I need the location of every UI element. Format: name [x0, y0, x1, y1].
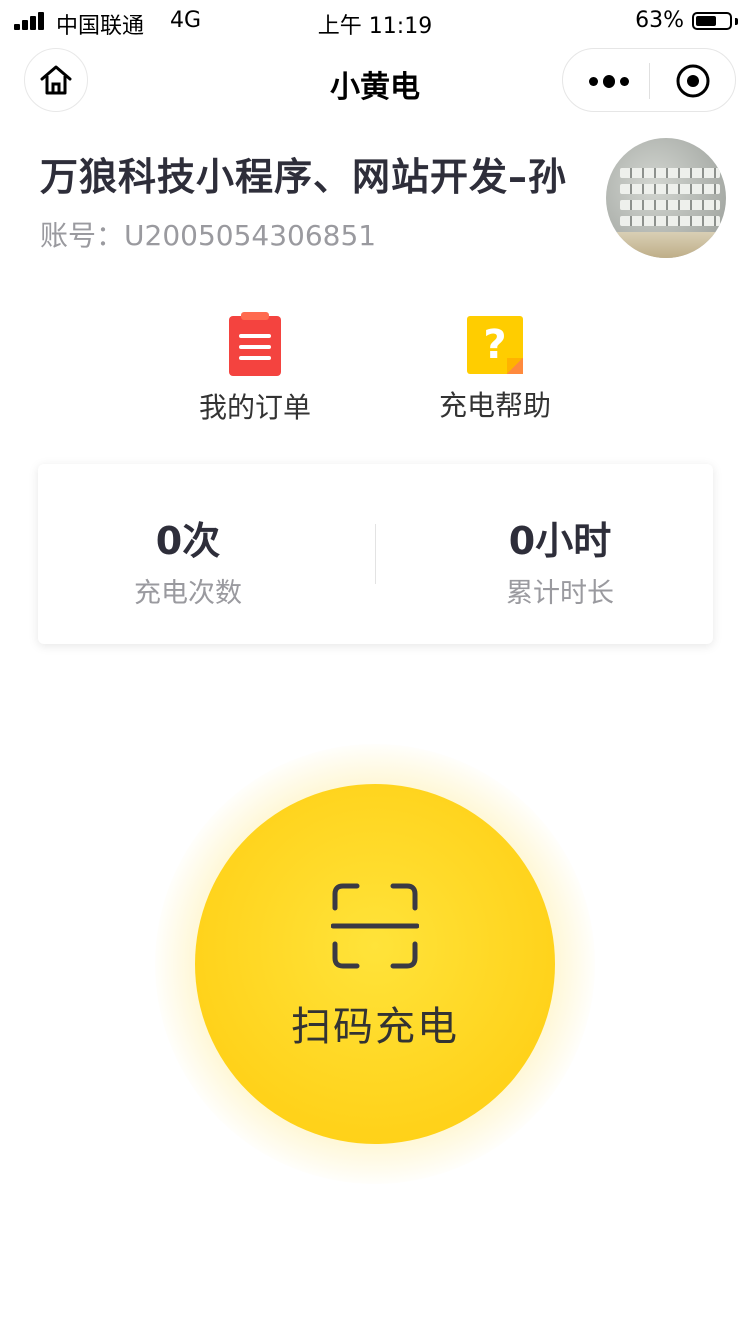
stats-divider [375, 524, 376, 584]
scan-icon [331, 883, 419, 969]
target-close-icon[interactable] [675, 63, 711, 99]
battery-level [696, 16, 716, 26]
account-id: U2005054306851 [124, 219, 377, 252]
help-question-icon: ? [467, 316, 523, 374]
status-bar: 中国联通 4G 上午 11:19 63% [0, 0, 750, 42]
account-label: 账号： [40, 219, 125, 252]
account-line: 账号：U2005054306851 [40, 214, 376, 254]
total-duration-label: 累计时长 [506, 578, 614, 609]
stat-total-duration: 0小时 累计时长 [410, 510, 710, 610]
scan-charge-button[interactable]: 扫码充电 [195, 784, 555, 1144]
stats-card: 0次 充电次数 0小时 累计时长 [38, 464, 713, 644]
charging-help-label: 充电帮助 [438, 389, 551, 422]
battery-icon [692, 12, 732, 30]
charge-count-value: 0次 [155, 519, 221, 563]
charge-count-label: 充电次数 [134, 578, 242, 609]
nav-bar: 小黄电 [0, 48, 750, 112]
capsule-divider [649, 63, 650, 99]
avatar[interactable] [606, 138, 726, 258]
battery-percent: 63% [635, 8, 684, 33]
my-orders-label: 我的订单 [198, 391, 311, 424]
my-orders-button[interactable]: 我的订单 [175, 312, 335, 426]
mini-program-capsule [562, 48, 736, 112]
order-list-icon [229, 312, 281, 376]
total-duration-value: 0小时 [508, 519, 612, 563]
user-name: 万狼科技小程序、网站开发–孙 [40, 155, 568, 199]
charging-help-button[interactable]: ? 充电帮助 [415, 316, 575, 424]
scan-charge-label: 扫码充电 [291, 1004, 459, 1050]
battery-tip [735, 18, 738, 25]
stat-charge-count: 0次 充电次数 [38, 510, 338, 610]
more-dots-icon[interactable] [589, 71, 629, 91]
